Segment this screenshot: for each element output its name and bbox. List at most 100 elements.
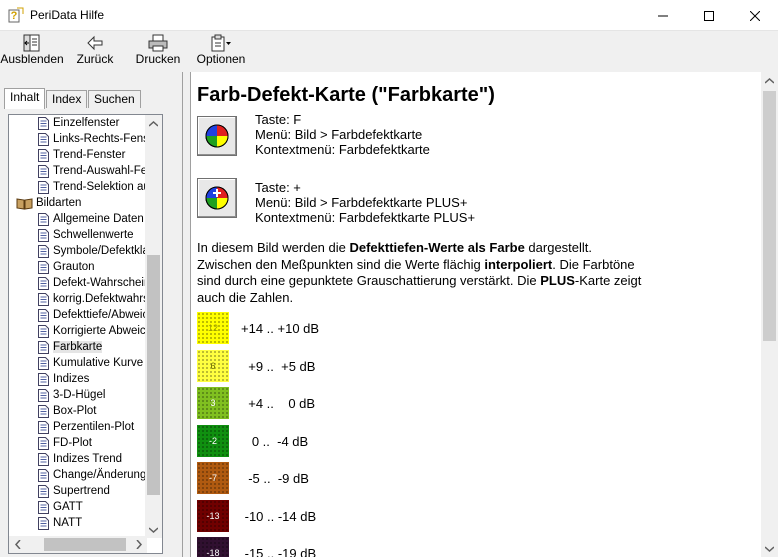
tree-item-label: Kumulative Kurve	[53, 357, 144, 369]
title-bar: ? PeriData Hilfe	[0, 0, 778, 31]
page-icon	[38, 164, 49, 178]
tree-item-label: Box-Plot	[53, 405, 97, 417]
printer-icon	[148, 34, 168, 52]
tree-item-label: Grauton	[53, 261, 95, 273]
tree-hscroll-thumb[interactable]	[44, 538, 126, 551]
legend-row: -7 -5 .. -9 dB	[197, 462, 337, 494]
page-icon	[38, 116, 49, 130]
contents-tree[interactable]: Einzelfenster Links-Rechts-Fenster Trend-F…	[8, 114, 163, 554]
page-icon	[38, 212, 49, 226]
tree-item-label: 3-D-Hügel	[53, 389, 106, 401]
description-paragraph: In diesem Bild werden die Defekttiefen-W…	[197, 240, 642, 305]
scroll-down-arrow-icon[interactable]	[145, 521, 162, 538]
window-title: PeriData Hilfe	[30, 8, 105, 22]
page-icon	[38, 516, 49, 530]
tree-item[interactable]: Perzentilen-Plot	[9, 419, 147, 435]
color-swatch: 6	[197, 349, 229, 382]
swatch-value: 12	[207, 323, 218, 333]
swatch-value: -7	[208, 473, 217, 483]
minimize-button[interactable]	[640, 0, 686, 31]
tree-item[interactable]: Box-Plot	[9, 403, 147, 419]
page-icon	[38, 132, 49, 146]
tree-item[interactable]: Trend-Auswahl-Fenster	[9, 163, 147, 179]
tree-item[interactable]: Einzelfenster	[9, 115, 147, 131]
tree-item[interactable]: FD-Plot	[9, 435, 147, 451]
tree-item-label: GATT	[53, 501, 83, 513]
tree-folder[interactable]: Bildarten	[9, 195, 147, 211]
print-button[interactable]: Drucken	[136, 33, 180, 69]
tree-horizontal-scrollbar[interactable]	[9, 536, 147, 553]
tree-item[interactable]: Indizes	[9, 371, 147, 387]
tree-item-label: Einzelfenster	[53, 117, 120, 129]
range-label: +4 .. 0 dB	[241, 396, 316, 411]
options-button[interactable]: Optionen	[197, 33, 245, 69]
back-button[interactable]: Zurück	[76, 33, 114, 69]
tree-item-label: Indizes Trend	[53, 453, 123, 465]
page-icon	[38, 356, 49, 370]
content-scroll-up-arrow-icon[interactable]	[761, 72, 778, 89]
tree-item[interactable]: Symbole/Defektklassen	[9, 243, 147, 259]
page-icon	[38, 260, 49, 274]
hide-button[interactable]: Ausblenden	[0, 33, 64, 69]
color-map-plus-button[interactable]	[197, 178, 237, 218]
range-label: 0 .. -4 dB	[241, 433, 309, 449]
page-icon	[38, 292, 49, 306]
scroll-right-arrow-icon[interactable]	[130, 536, 147, 553]
shortcut-block-1: Taste: F Menü: Bild > Farbdefektkarte Ko…	[255, 112, 430, 157]
tree-item-label: Defekttiefe/Abweichung	[53, 309, 147, 321]
tree-item[interactable]: Trend-Fenster	[9, 147, 147, 163]
tree-item[interactable]: 3-D-Hügel	[9, 387, 147, 403]
tree-item-label: Defekt-Wahrscheinlichkeit	[53, 277, 147, 289]
tab-search[interactable]: Suchen	[88, 90, 141, 108]
page-icon	[38, 244, 49, 258]
tree-item[interactable]: Korrigierte Abweichung	[9, 323, 147, 339]
tree-item[interactable]: Defekttiefe/Abweichung	[9, 307, 147, 323]
tree-item-label: Schwellenwerte	[53, 229, 134, 241]
tree-item-label: Change/Änderung	[53, 469, 147, 481]
legend-row: -13 -10 .. -14 dB	[197, 499, 337, 532]
color-map-button[interactable]	[197, 116, 237, 156]
tree-item-label: Trend-Auswahl-Fenster	[53, 165, 147, 177]
range-label: -10 .. -14 dB	[241, 508, 317, 524]
range-label: +14 .. +10 dB	[241, 321, 320, 336]
color-swatch: -7	[197, 462, 229, 494]
navigation-pane: Inhalt Index Suchen Einzelfenster Links-R…	[0, 72, 183, 557]
tree-item[interactable]: Change/Änderung	[9, 467, 147, 483]
content-scroll-thumb[interactable]	[763, 91, 776, 341]
swatch-value: 3	[210, 398, 216, 408]
scroll-up-arrow-icon[interactable]	[145, 115, 162, 132]
tree-item[interactable]: NATT	[9, 515, 147, 531]
page-icon	[38, 500, 49, 514]
range-label: -5 .. -9 dB	[241, 471, 309, 486]
key-line: Taste: F	[255, 112, 302, 127]
tree-item-label: Indizes	[53, 373, 90, 385]
maximize-button[interactable]	[686, 0, 732, 31]
tree-item[interactable]: Kumulative Kurve	[9, 355, 147, 371]
tab-contents[interactable]: Inhalt	[4, 88, 46, 109]
tree-item[interactable]: korrig.Defektwahrscheinlichkeit	[9, 291, 147, 307]
color-swatch: 3	[197, 387, 229, 419]
tree-item[interactable]: Farbkarte	[9, 339, 147, 355]
tree-item[interactable]: GATT	[9, 499, 147, 515]
tree-item[interactable]: Grauton	[9, 259, 147, 275]
tree-item[interactable]: Allgemeine Daten	[9, 211, 147, 227]
hide-pane-icon	[23, 34, 40, 52]
tree-item[interactable]: Indizes Trend	[9, 451, 147, 467]
page-icon	[38, 372, 49, 386]
tree-item-label: FD-Plot	[53, 437, 92, 449]
tree-vertical-scrollbar[interactable]	[145, 115, 162, 538]
maximize-icon	[704, 10, 714, 21]
content-vertical-scrollbar[interactable]	[761, 72, 778, 557]
back-arrow-icon	[87, 35, 103, 51]
tab-index[interactable]: Index	[46, 90, 88, 108]
tree-scroll-thumb[interactable]	[147, 255, 160, 495]
help-app-icon: ?	[8, 7, 24, 23]
content-scroll-down-arrow-icon[interactable]	[761, 540, 778, 557]
close-button[interactable]	[732, 0, 778, 31]
tree-item[interactable]: Defekt-Wahrscheinlichkeit	[9, 275, 147, 291]
scroll-left-arrow-icon[interactable]	[9, 536, 26, 553]
tree-item[interactable]: Supertrend	[9, 483, 147, 499]
tree-item[interactable]: Links-Rechts-Fenster	[9, 131, 147, 147]
tree-item[interactable]: Schwellenwerte	[9, 227, 147, 243]
tree-item[interactable]: Trend-Selektion auswählen	[9, 179, 147, 195]
